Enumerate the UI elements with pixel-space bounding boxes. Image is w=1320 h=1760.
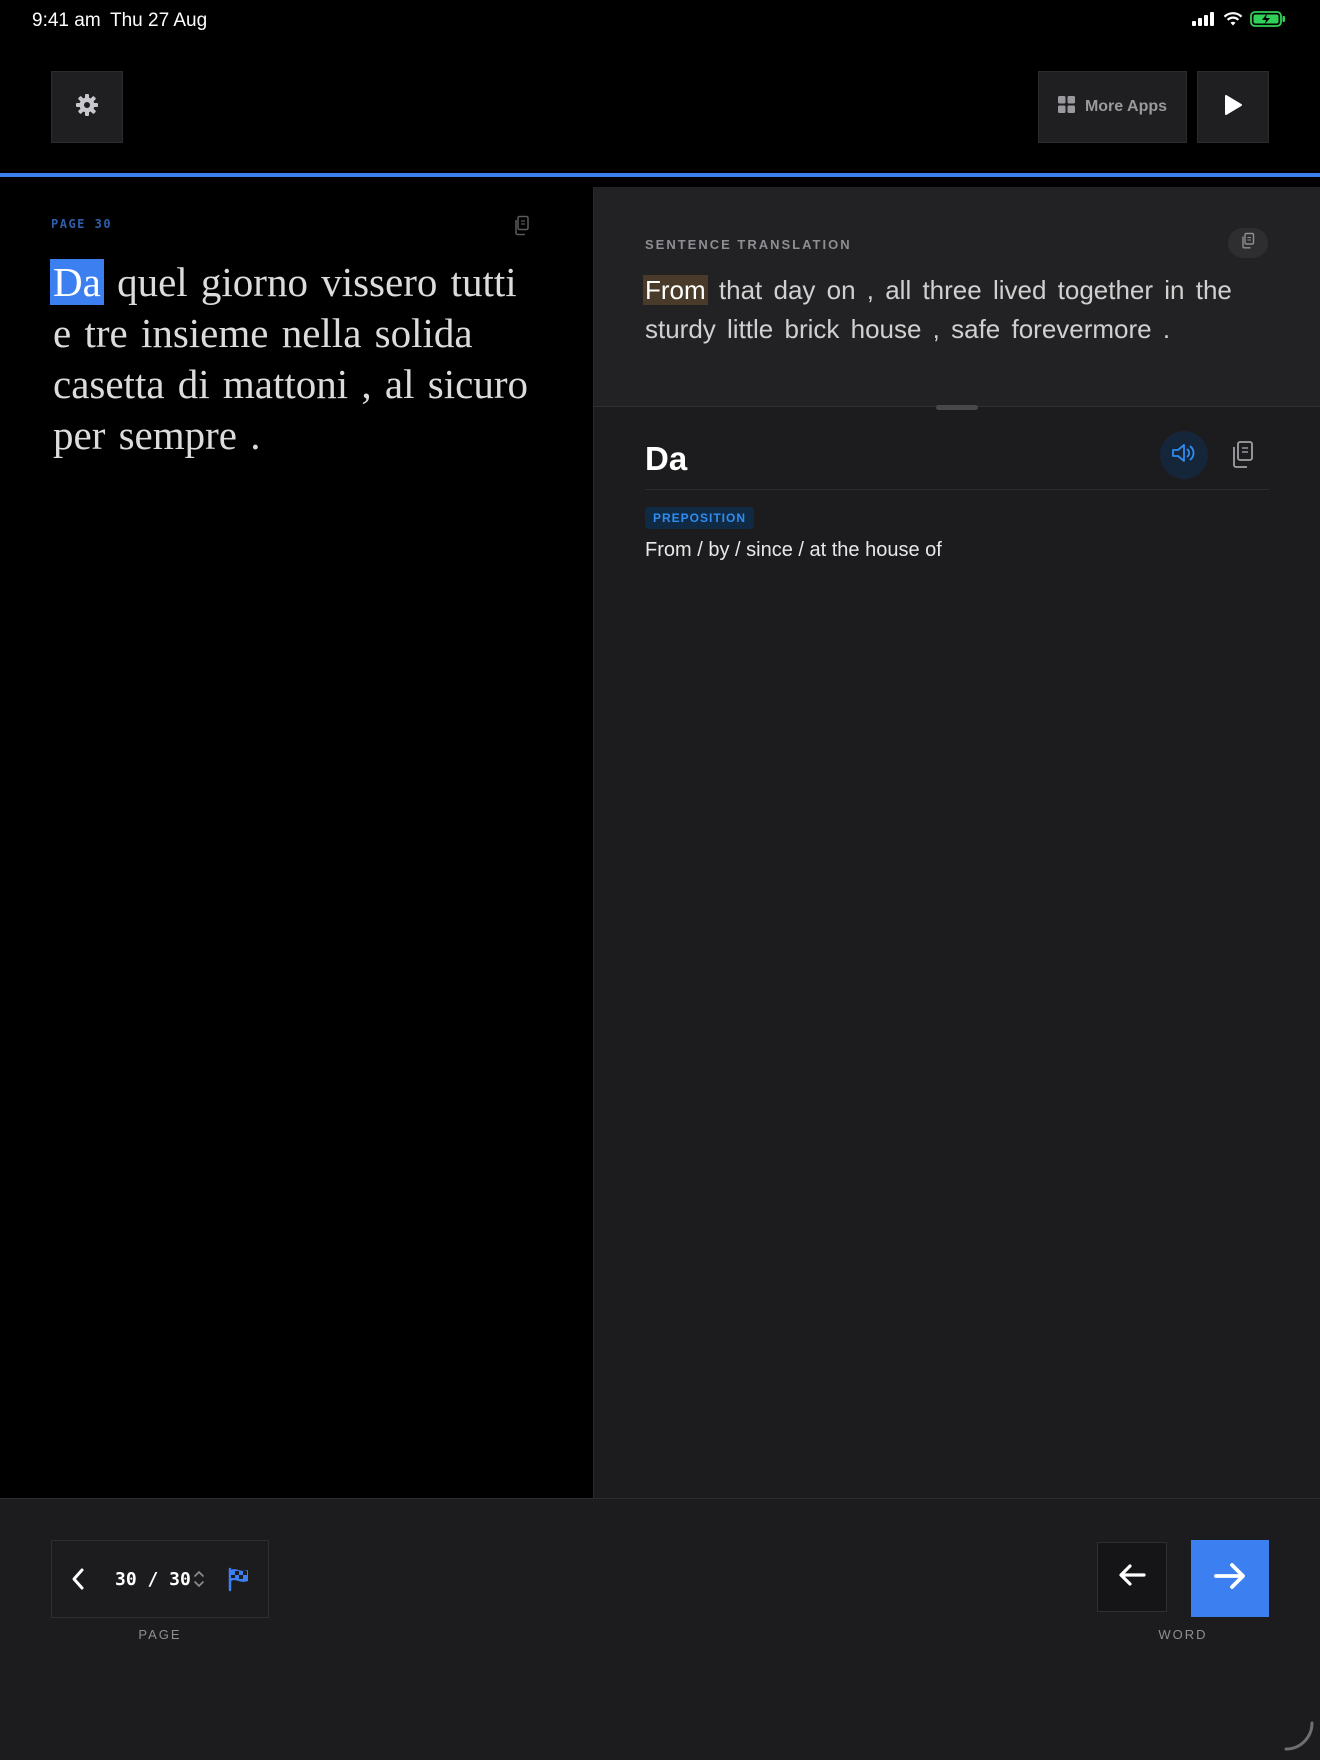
chevron-left-icon[interactable]	[70, 1566, 86, 1597]
page-label: PAGE 30	[51, 217, 113, 231]
translation-panel: SENTENCE TRANSLATION From that day on , …	[594, 187, 1320, 410]
arrow-right-icon	[1213, 1561, 1247, 1596]
wifi-icon	[1223, 11, 1243, 32]
speaker-icon	[1170, 441, 1198, 470]
copy-word-icon[interactable]	[1230, 440, 1256, 475]
page-number-display[interactable]: 30 / 30	[115, 1569, 191, 1590]
translation-text-rest: that day on , all three lived together i…	[645, 275, 1232, 344]
settings-button[interactable]	[51, 71, 123, 143]
more-apps-label: More Apps	[1084, 98, 1168, 115]
detail-pane: SENTENCE TRANSLATION From that day on , …	[594, 187, 1320, 1498]
reading-text-rest: quel giorno vissero tutti e tre insieme …	[53, 259, 528, 458]
previous-word-button[interactable]	[1097, 1542, 1167, 1612]
translation-label: SENTENCE TRANSLATION	[645, 237, 852, 252]
next-word-button[interactable]	[1191, 1540, 1269, 1617]
status-bar: 9:41 am Thu 27 Aug	[0, 0, 1320, 40]
progress-accent-line	[0, 173, 1320, 177]
copy-page-icon[interactable]	[512, 215, 532, 242]
chevron-up-down-icon[interactable]	[193, 1568, 205, 1595]
resize-grabber[interactable]	[936, 405, 978, 410]
gear-icon	[75, 93, 99, 122]
signal-icon	[1192, 12, 1216, 31]
word-separator	[645, 489, 1269, 490]
battery-charging-icon	[1250, 11, 1286, 32]
copy-translation-button[interactable]	[1228, 228, 1268, 258]
pronounce-button[interactable]	[1160, 431, 1208, 479]
translation-text: From that day on , all three lived toget…	[643, 271, 1275, 349]
status-icons	[1192, 11, 1286, 32]
play-button[interactable]	[1197, 71, 1269, 143]
word-caption: WORD	[1158, 1627, 1208, 1642]
copy-icon	[1240, 232, 1256, 255]
play-icon	[1223, 94, 1243, 121]
word-title: Da	[645, 440, 688, 477]
reading-text[interactable]: Da quel giorno vissero tutti e tre insie…	[50, 257, 533, 461]
resize-handle-icon[interactable]	[1282, 1719, 1316, 1758]
status-date: Thu 27 Aug	[110, 10, 208, 31]
status-time: 9:41 am	[32, 10, 101, 31]
part-of-speech-badge: PREPOSITION	[645, 507, 755, 529]
page-selector[interactable]: 30 / 30	[51, 1540, 269, 1618]
grid-icon	[1057, 96, 1075, 118]
more-apps-button[interactable]: More Apps	[1038, 71, 1187, 143]
reading-pane: PAGE 30 Da quel giorno vissero tutti e t…	[0, 187, 593, 1498]
arrow-left-icon	[1117, 1562, 1147, 1593]
finish-flag-icon[interactable]	[226, 1566, 252, 1597]
word-meaning: From / by / since / at the house of	[645, 539, 942, 561]
highlighted-word[interactable]: Da	[50, 259, 104, 305]
translation-highlighted-word: From	[643, 275, 708, 305]
bottom-bar: 30 / 30 PAGE WORD	[0, 1498, 1320, 1760]
page-caption: PAGE	[138, 1627, 182, 1642]
